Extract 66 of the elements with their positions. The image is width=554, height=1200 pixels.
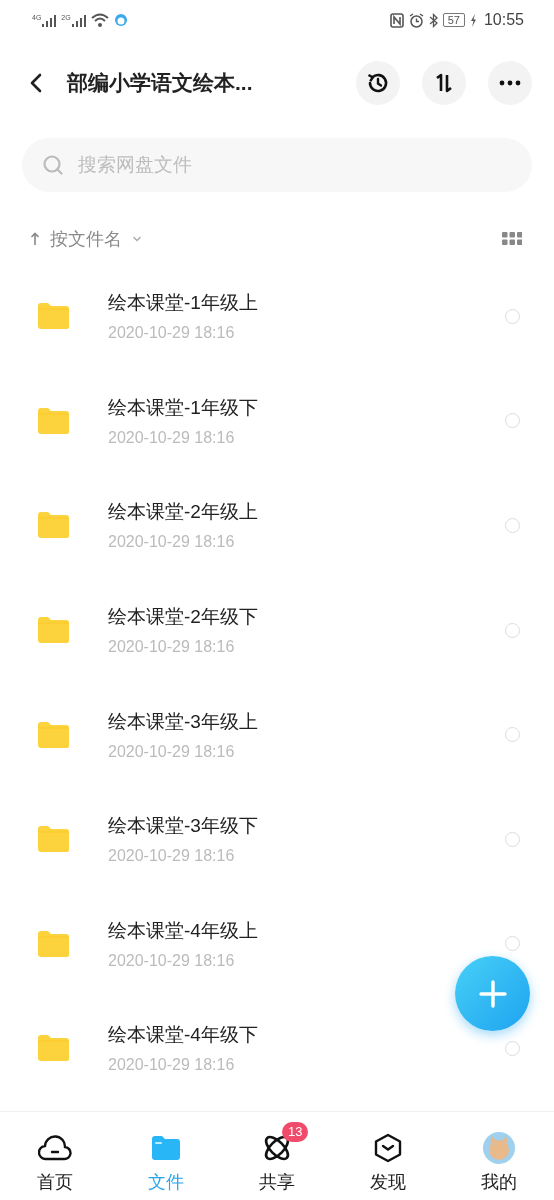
charging-icon	[469, 13, 477, 27]
folder-row[interactable]: 绘本课堂-4年级下 2020-10-29 18:16	[0, 996, 554, 1101]
modified-date: 2020-10-29 18:16	[108, 847, 236, 866]
search-field[interactable]: 搜索网盘文件	[22, 138, 532, 192]
folder-row[interactable]: 绘本课堂-2年级下 2020-10-29 18:16	[0, 577, 554, 683]
folder-row[interactable]: 绘本课堂-2年级上 2020-10-29 18:16	[0, 473, 554, 578]
plus-icon	[477, 978, 508, 1009]
folder-icon	[36, 406, 70, 435]
add-button[interactable]	[455, 956, 530, 1031]
up-arrow-icon	[30, 232, 40, 246]
caret-icon	[132, 235, 142, 243]
folder-row[interactable]: 绘本课堂-3年级下 2020-10-29 18:16	[0, 786, 554, 892]
signal-icon	[71, 13, 86, 27]
folder-name: 绘本课堂-1年级上	[108, 291, 259, 316]
count-badge: 13	[282, 1122, 309, 1142]
search-icon	[42, 154, 64, 176]
more-button[interactable]	[488, 61, 532, 105]
folder-name: 绘本课堂-4年级下	[108, 1023, 259, 1048]
folder-icon	[36, 825, 70, 854]
cloud-icon	[38, 1135, 73, 1161]
folder-name: 绘本课堂-3年级上	[108, 709, 259, 734]
nfc-icon	[389, 12, 404, 28]
folder-row[interactable]: 绘本课堂-1年级下 2020-10-29 18:16	[0, 368, 554, 474]
folder-name: 绘本课堂-2年级下	[108, 605, 259, 630]
modified-date: 2020-10-29 18:16	[108, 951, 236, 970]
folder-name: 绘本课堂-2年级上	[108, 500, 259, 525]
modified-date: 2020-10-29 18:16	[108, 428, 236, 447]
nav-tab[interactable]: 13 共享	[221, 1112, 333, 1200]
folder-title: 部编小学语文绘本...	[67, 70, 254, 96]
folder-icon	[36, 929, 70, 958]
more-icon	[498, 80, 522, 86]
folder-icon	[36, 720, 70, 749]
folder-name: 绘本课堂-3年级下	[108, 814, 259, 839]
history-button[interactable]	[356, 61, 400, 105]
wifi-icon	[90, 13, 109, 27]
folder-name: 绘本课堂-1年级下	[108, 395, 259, 420]
modified-date: 2020-10-29 18:16	[108, 638, 236, 657]
modified-date: 2020-10-29 18:16	[108, 1056, 236, 1075]
grid-view-button[interactable]	[502, 232, 522, 246]
modified-date: 2020-10-29 18:16	[108, 324, 236, 343]
folder-row[interactable]: 绘本课堂-4年级上 2020-10-29 18:16	[0, 891, 554, 997]
nav-tab[interactable]: 发现	[332, 1112, 444, 1200]
battery-indicator: 57	[442, 13, 465, 27]
nav-tab[interactable]: 首页	[0, 1112, 111, 1200]
folder-icon	[36, 302, 70, 331]
grid-icon	[502, 232, 522, 246]
folder-row[interactable]: 绘本课堂-3年级上 2020-10-29 18:16	[0, 682, 554, 787]
folder-row[interactable]: 绘本课堂-1年级上 2020-10-29 18:16	[0, 264, 554, 369]
signal-icon	[42, 13, 57, 27]
folder-icon	[36, 1034, 70, 1063]
folder-icon	[36, 616, 70, 645]
app-icon	[113, 13, 128, 27]
alarm-icon	[408, 12, 424, 28]
modified-date: 2020-10-29 18:16	[108, 742, 236, 761]
folder-name: 绘本课堂-4年级上	[108, 918, 259, 943]
folder-icon	[36, 511, 70, 540]
hexagon-icon	[373, 1133, 402, 1163]
avatar-icon	[481, 1131, 516, 1165]
sort-dropdown[interactable]: 按文件名	[30, 227, 142, 251]
sort-button[interactable]	[422, 61, 466, 105]
nav-tab[interactable]: 我的	[443, 1112, 554, 1200]
clock-time: 10:55	[483, 11, 524, 29]
bluetooth-icon	[428, 12, 438, 28]
folder-icon	[151, 1135, 182, 1161]
back-icon	[30, 73, 42, 93]
modified-date: 2020-10-29 18:16	[108, 533, 236, 552]
